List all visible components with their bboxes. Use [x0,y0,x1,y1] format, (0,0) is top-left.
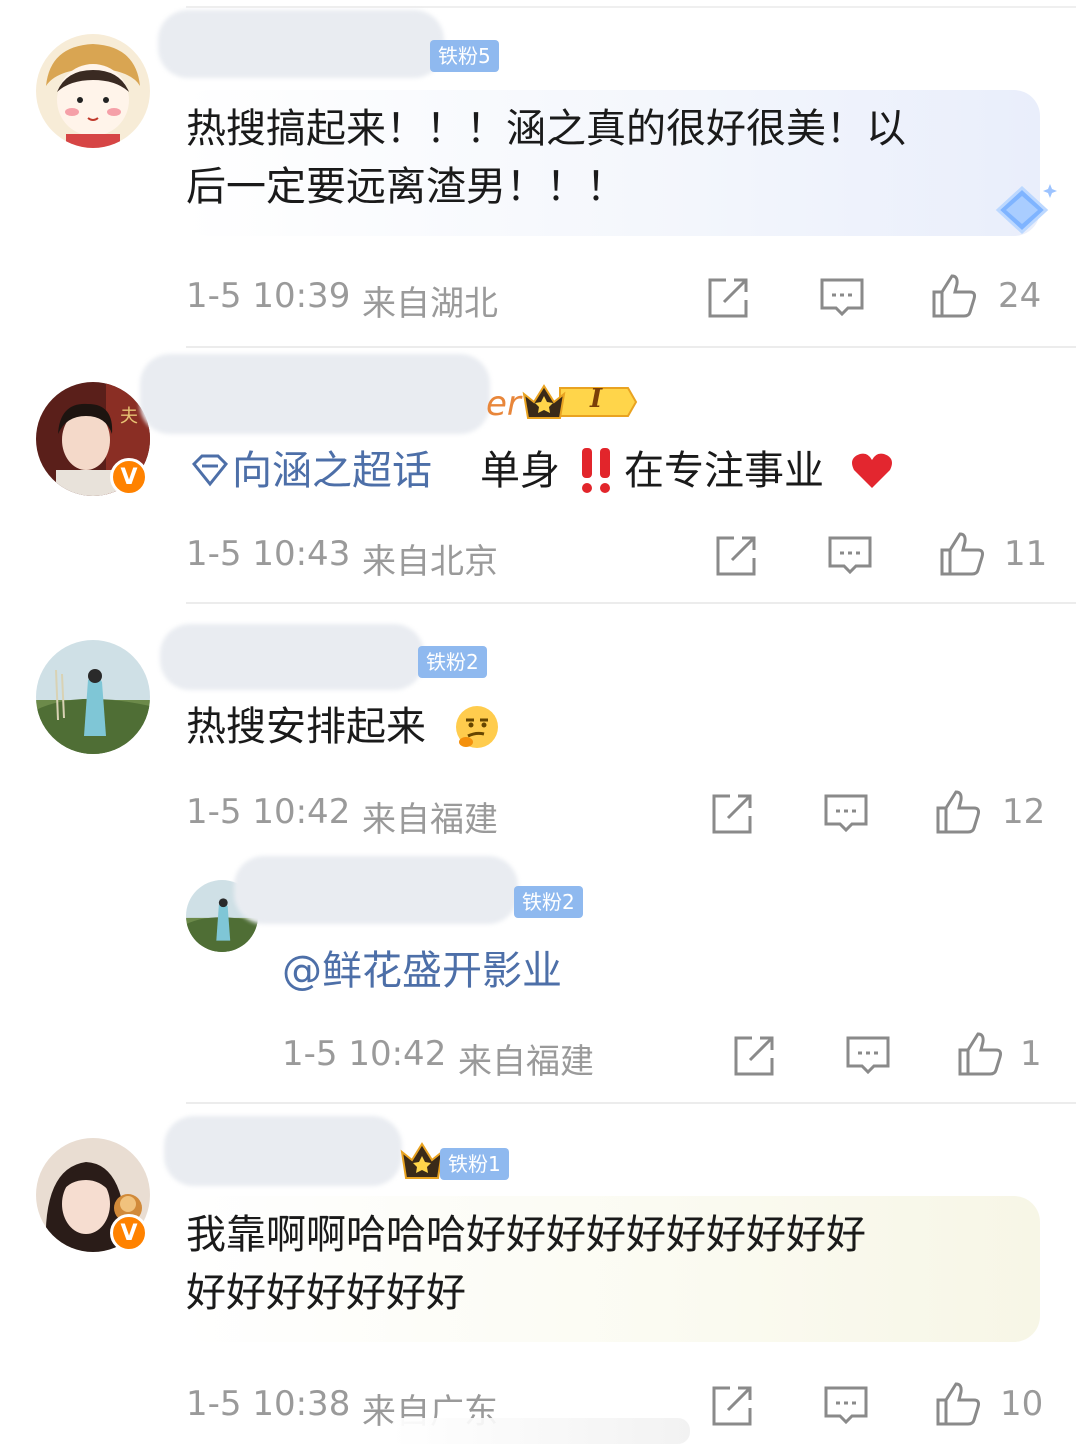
share-icon[interactable] [730,1032,778,1080]
mention-link[interactable]: @鲜花盛开影业 [282,942,562,1000]
topic-icon [190,452,230,488]
level-label: I [590,384,603,414]
comment-icon[interactable] [822,1382,870,1430]
top-divider [186,6,1076,8]
like-icon[interactable] [934,788,982,836]
comment-time: 1-5 10:39 [186,276,351,316]
like-count: 10 [1000,1384,1044,1424]
like-icon[interactable] [930,272,978,320]
like-count: 12 [1002,792,1046,832]
like-icon[interactable] [956,1030,1004,1078]
username-redacted[interactable] [140,354,490,434]
crown-icon [400,1142,444,1182]
comment-icon[interactable] [826,532,874,580]
thinking-face-emoji [454,704,500,750]
share-icon[interactable] [704,274,752,322]
username-redacted[interactable] [234,856,518,924]
username-redacted[interactable] [164,1116,402,1186]
username-tail: er [486,384,521,424]
comment-text: 好好好好好好好 [186,1270,466,1316]
verified-badge: V [110,458,148,496]
diamond-icon [986,182,1058,238]
comment-icon[interactable] [844,1032,892,1080]
username-redacted[interactable] [160,624,424,690]
fan-badge: 铁粉5 [430,40,499,72]
comment-text: 热搜搞起来！！！涵之真的很好很美！以 [186,106,906,152]
fan-badge: 铁粉2 [514,886,583,918]
comment-location: 来自福建 [458,1042,594,1082]
share-icon[interactable] [712,532,760,580]
comment-text: 我靠啊啊哈哈哈好好好好好好好好好好 [186,1212,866,1258]
divider [186,602,1076,604]
crown-level-badge: I [520,380,640,424]
double-exclamation-emoji [578,444,614,496]
comment-text: 单身 [480,448,560,494]
comment-location: 来自福建 [362,800,498,840]
topic-link[interactable]: 向涵之超话 [232,442,432,500]
heart-emoji [850,450,894,490]
like-icon[interactable] [938,530,986,578]
comment-icon[interactable] [818,274,866,322]
like-count: 1 [1020,1034,1042,1074]
share-icon[interactable] [708,1382,756,1430]
divider [186,346,1076,348]
avatar[interactable] [36,640,150,754]
like-icon[interactable] [934,1380,982,1428]
comment-time: 1-5 10:43 [186,534,351,574]
comment-location: 来自北京 [362,542,498,582]
svg-text:夫: 夫 [120,406,138,427]
comment-text: 热搜安排起来 [186,704,426,750]
comment-time: 1-5 10:42 [282,1034,447,1074]
fan-badge: 铁粉2 [418,646,487,678]
comment-location: 来自湖北 [362,284,498,324]
comment-time: 1-5 10:42 [186,792,351,832]
comment-time: 1-5 10:38 [186,1384,351,1424]
like-count: 24 [998,276,1042,316]
comment-text: 在专注事业 [624,448,824,494]
fan-badge: 铁粉1 [440,1148,509,1180]
comment-icon[interactable] [822,790,870,838]
username-redacted[interactable] [158,10,444,78]
divider [186,1102,1076,1104]
verified-badge: V [110,1214,148,1252]
avatar[interactable] [36,34,150,148]
comment-text: 后一定要远离渣男！！！ [186,164,626,210]
like-count: 11 [1004,534,1048,574]
share-icon[interactable] [708,790,756,838]
watermark-overlay [390,1418,690,1444]
